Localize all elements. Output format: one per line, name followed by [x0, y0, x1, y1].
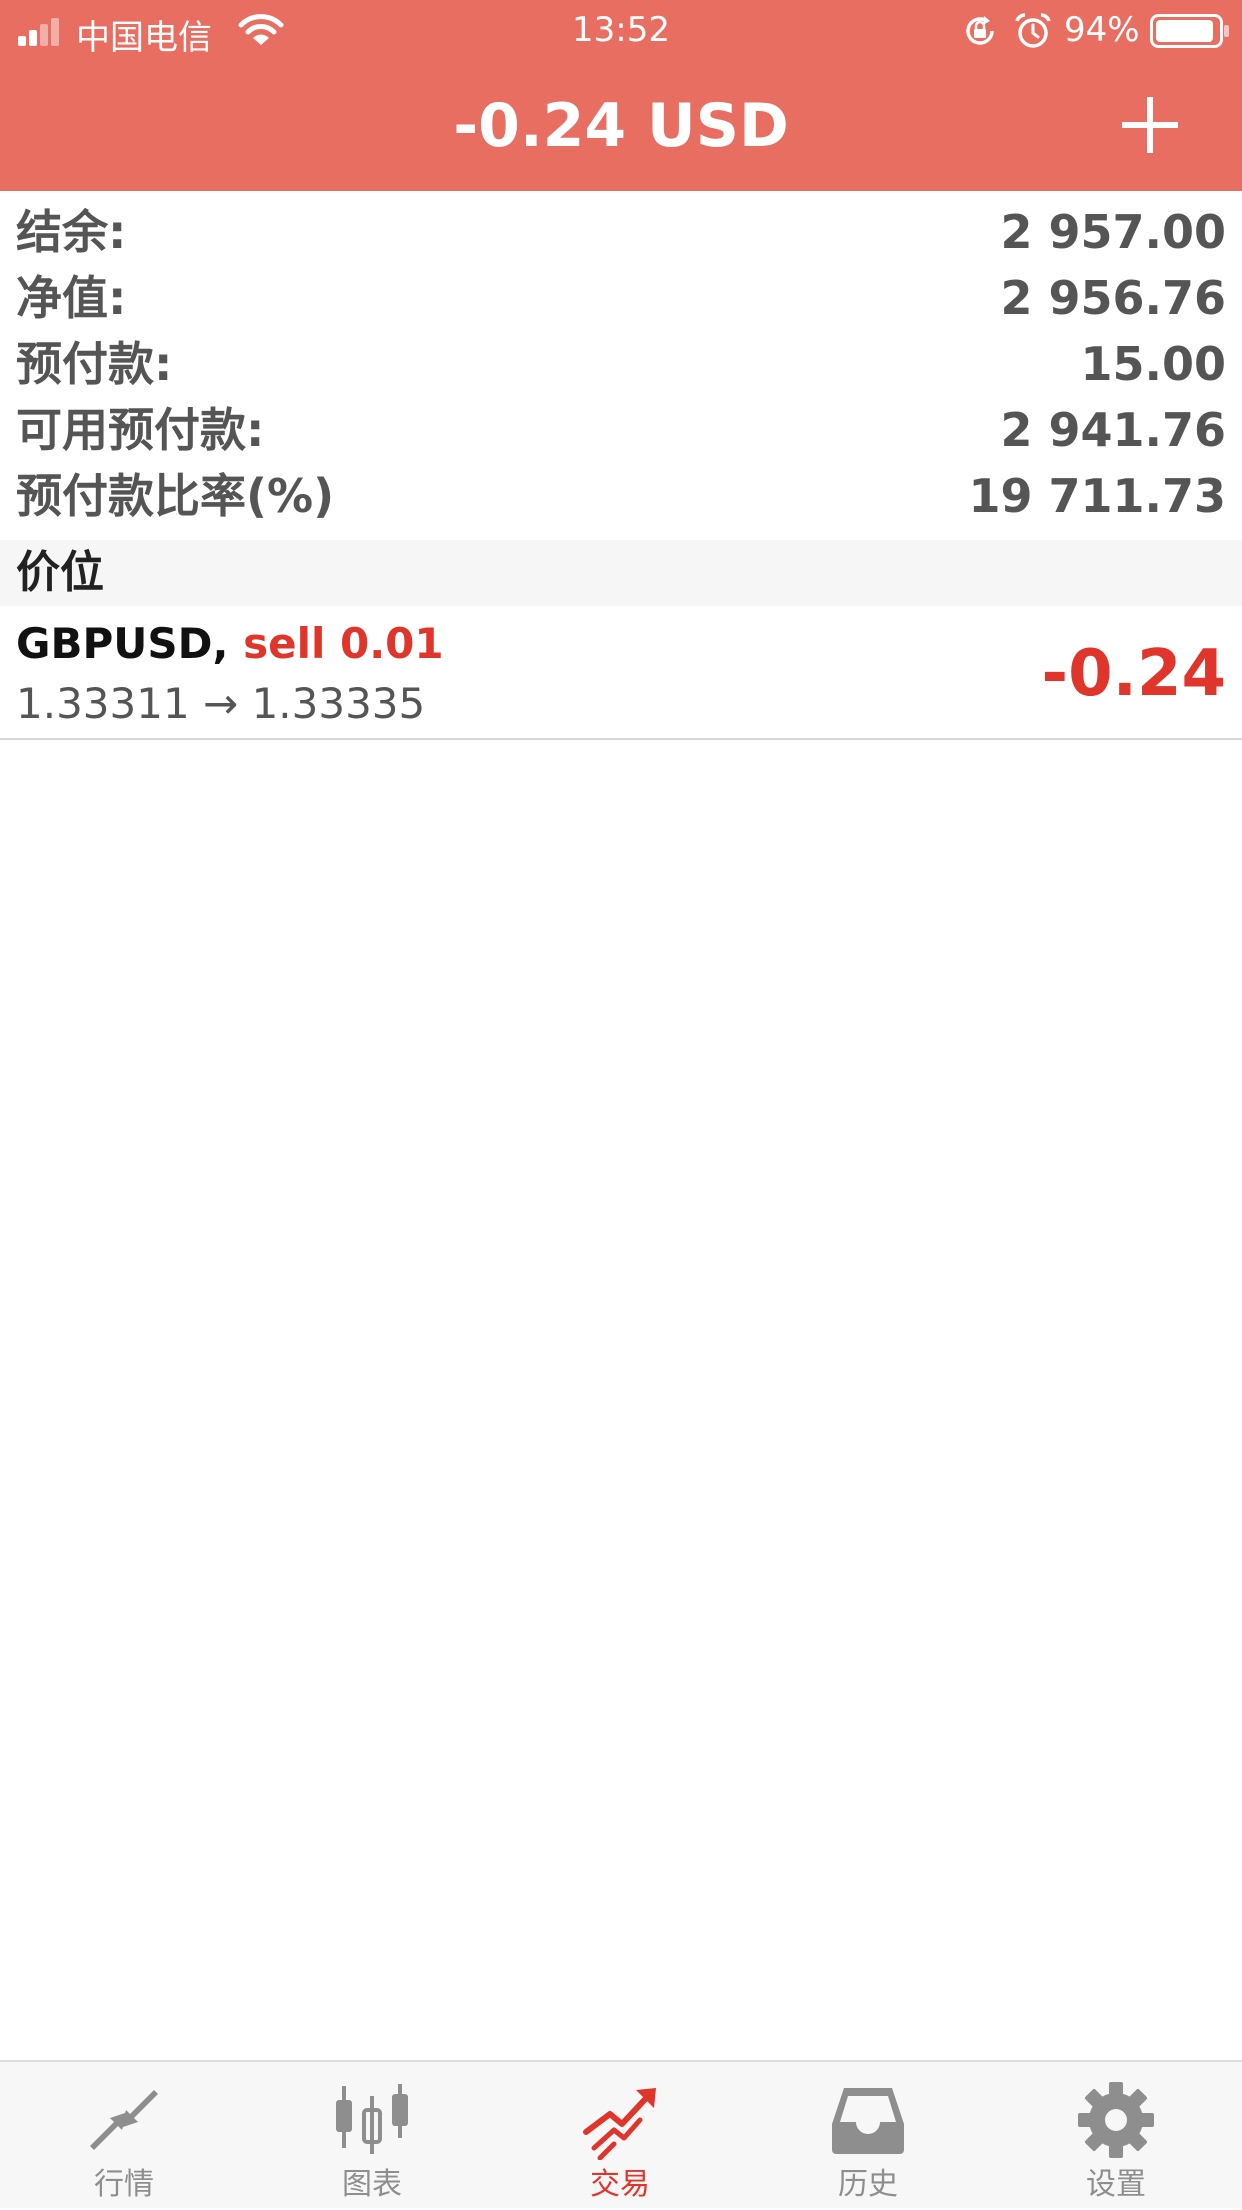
- position-title: GBPUSD, sell 0.01: [16, 616, 444, 672]
- summary-label: 预付款比率(%): [16, 469, 335, 523]
- inbox-tray-icon: [832, 2088, 904, 2154]
- alarm-clock-icon: [1015, 13, 1051, 48]
- summary-label: 可用预付款:: [16, 403, 265, 457]
- summary-row-margin: 预付款: 15.00: [0, 331, 1242, 397]
- tab-bar: 行情 图表 交易 历史 设置: [0, 2060, 1242, 2208]
- add-order-button[interactable]: [1110, 90, 1190, 160]
- section-title: 价位: [16, 547, 104, 598]
- position-side: sell 0.01: [243, 619, 444, 668]
- candlestick-chart-icon: [336, 2084, 408, 2154]
- tab-label: 行情: [94, 2167, 154, 2202]
- battery-icon: [1150, 14, 1229, 48]
- summary-row-equity: 净值: 2 956.76: [0, 265, 1242, 331]
- tab-label: 交易: [590, 2167, 650, 2202]
- app-header: 中国电信 13:52 94% -0.24 USD: [0, 0, 1242, 191]
- summary-label: 净值:: [16, 271, 127, 325]
- plus-icon: [1122, 97, 1178, 153]
- summary-row-balance: 结余: 2 957.00: [0, 199, 1242, 265]
- position-symbol: GBPUSD,: [16, 619, 229, 668]
- position-row[interactable]: GBPUSD, sell 0.01 1.33311 → 1.33335 -0.2…: [0, 606, 1242, 740]
- summary-label: 结余:: [16, 205, 127, 259]
- trade-trend-icon: [583, 2088, 656, 2160]
- tab-label: 图表: [342, 2167, 402, 2202]
- tab-label: 设置: [1086, 2167, 1146, 2202]
- tab-history[interactable]: 历史: [744, 2062, 992, 2210]
- tab-settings[interactable]: 设置: [992, 2062, 1240, 2210]
- status-bar: 中国电信 13:52 94%: [0, 0, 1242, 62]
- summary-row-free-margin: 可用预付款: 2 941.76: [0, 397, 1242, 463]
- position-profit: -0.24: [1041, 637, 1226, 711]
- summary-value: 2 956.76: [1000, 271, 1226, 325]
- tab-trade[interactable]: 交易: [496, 2062, 744, 2210]
- summary-value: 15.00: [1080, 337, 1226, 391]
- summary-row-margin-level: 预付款比率(%) 19 711.73: [0, 463, 1242, 529]
- summary-value: 2 941.76: [1000, 403, 1226, 457]
- tab-label: 历史: [838, 2167, 898, 2202]
- status-time: 13:52: [572, 10, 670, 50]
- tab-quotes[interactable]: 行情: [0, 2062, 248, 2210]
- gear-icon: [1078, 2082, 1154, 2158]
- rotation-lock-icon: [966, 16, 994, 45]
- summary-value: 19 711.73: [968, 469, 1226, 523]
- summary-value: 2 957.00: [1000, 205, 1226, 259]
- page-title: -0.24 USD: [453, 91, 789, 161]
- positions-section-header: 价位: [0, 540, 1242, 606]
- position-prices: 1.33311 → 1.33335: [16, 679, 426, 728]
- battery-percentage: 94%: [1064, 10, 1140, 50]
- summary-label: 预付款:: [16, 337, 173, 391]
- quotes-arrows-icon: [90, 2090, 158, 2150]
- tab-chart[interactable]: 图表: [248, 2062, 496, 2210]
